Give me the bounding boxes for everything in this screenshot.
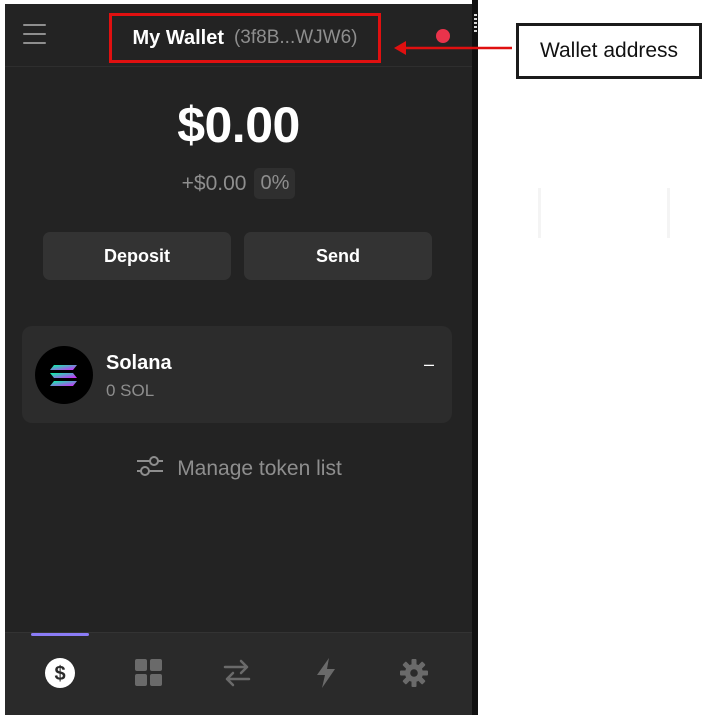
- panel-edge: [472, 0, 478, 715]
- send-button[interactable]: Send: [244, 232, 432, 280]
- manage-token-list-button[interactable]: Manage token list: [5, 454, 472, 483]
- nav-tab-activity[interactable]: [308, 655, 344, 691]
- nav-tab-wallet[interactable]: $: [42, 655, 78, 691]
- faint-divider: [667, 188, 670, 238]
- nav-tab-swap[interactable]: [219, 655, 255, 691]
- grid-icon: [135, 659, 162, 686]
- deposit-button[interactable]: Deposit: [43, 232, 231, 280]
- svg-text:$: $: [54, 663, 65, 685]
- resize-handle[interactable]: [474, 14, 477, 32]
- sliders-icon: [135, 454, 165, 483]
- annotation-label: Wallet address: [539, 39, 679, 62]
- faint-divider: [538, 188, 541, 238]
- nav-tab-collectibles[interactable]: [131, 655, 167, 691]
- gear-icon: [400, 659, 428, 687]
- token-value: –: [423, 354, 434, 374]
- total-balance: $0.00: [177, 97, 300, 153]
- balance-change-percent: 0%: [254, 168, 296, 199]
- bottom-nav: $: [5, 632, 472, 715]
- wallet-address[interactable]: (3f8B...WJW6): [234, 27, 358, 49]
- annotation-arrow: [394, 41, 512, 55]
- balance-change-value: +$0.00: [181, 171, 247, 195]
- wallet-panel: My Wallet (3f8B...WJW6) $0.00 +$0.00 0% …: [5, 4, 472, 715]
- token-name: Solana: [106, 352, 172, 374]
- nav-tab-settings[interactable]: [396, 655, 432, 691]
- manage-token-list-label: Manage token list: [177, 456, 342, 480]
- annotation-callout: Wallet address: [516, 23, 702, 79]
- swap-icon: [223, 659, 251, 687]
- balance-change: +$0.00 0%: [5, 168, 472, 199]
- solana-logo-icon: [35, 346, 93, 404]
- token-amount: 0 SOL: [106, 381, 155, 400]
- nav-active-indicator: [31, 633, 89, 636]
- wallet-name: My Wallet: [132, 26, 224, 49]
- menu-icon[interactable]: [23, 24, 47, 44]
- dollar-icon: $: [45, 658, 75, 688]
- lightning-icon: [317, 658, 335, 688]
- token-row-solana[interactable]: Solana 0 SOL –: [22, 326, 452, 423]
- wallet-title-box[interactable]: My Wallet (3f8B...WJW6): [109, 13, 381, 63]
